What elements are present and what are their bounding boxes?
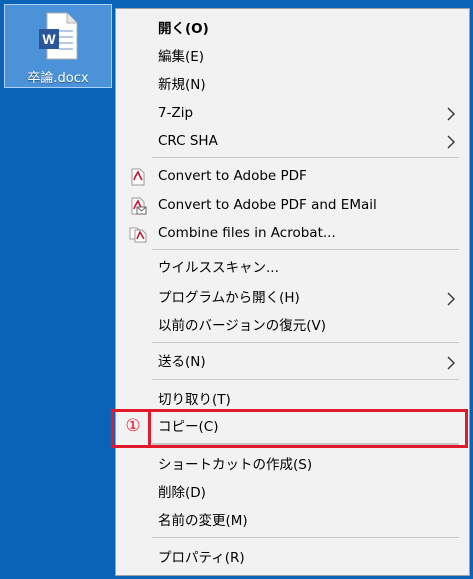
menu-item-label: 開く(O) xyxy=(158,21,209,37)
menu-item-properties[interactable]: プロパティ(R) xyxy=(116,544,469,572)
menu-item-restore-versions[interactable]: 以前のバージョンの復元(V) xyxy=(116,312,469,340)
menu-separator xyxy=(152,157,459,158)
menu-separator xyxy=(152,444,459,445)
menu-item-label: ウイルススキャン... xyxy=(158,260,279,276)
menu-item-open-with[interactable]: プログラムから開く(H) xyxy=(116,284,469,312)
menu-item-new[interactable]: 新規(N) xyxy=(116,71,469,99)
menu-separator xyxy=(152,537,459,538)
menu-item-convert-pdf[interactable]: Convert to Adobe PDF xyxy=(116,162,469,190)
menu-item-label: 削除(D) xyxy=(158,485,206,501)
menu-item-label: Combine files in Acrobat... xyxy=(158,225,336,241)
menu-item-label: 切り取り(T) xyxy=(158,392,231,408)
menu-item-label: プログラムから開く(H) xyxy=(158,290,300,306)
menu-item-combine-acrobat[interactable]: Combine files in Acrobat... xyxy=(116,219,469,247)
menu-item-create-shortcut[interactable]: ショートカットの作成(S) xyxy=(116,451,469,479)
word-document-icon: W xyxy=(39,12,78,60)
menu-item-label: ショートカットの作成(S) xyxy=(158,457,313,473)
menu-item-send-to[interactable]: 送る(N) xyxy=(116,348,469,376)
menu-item-label: 7-Zip xyxy=(158,105,194,121)
menu-separator xyxy=(152,342,459,343)
menu-separator xyxy=(152,249,459,250)
adobe-pdf-icon xyxy=(131,168,145,186)
menu-item-label: Convert to Adobe PDF xyxy=(158,168,307,184)
menu-item-label: 以前のバージョンの復元(V) xyxy=(158,318,326,334)
menu-item-convert-pdf-email[interactable]: Convert to Adobe PDF and EMail xyxy=(116,191,469,219)
menu-item-label: 新規(N) xyxy=(158,77,206,93)
menu-item-rename[interactable]: 名前の変更(M) xyxy=(116,507,469,535)
word-letter: W xyxy=(42,31,56,47)
step-marker: ① xyxy=(125,416,141,436)
adobe-pdf-email-icon xyxy=(131,197,147,215)
menu-separator xyxy=(152,443,459,444)
menu-item-7zip[interactable]: 7-Zip xyxy=(116,99,469,127)
menu-item-label: CRC SHA xyxy=(158,133,218,149)
chevron-right-icon xyxy=(447,107,455,121)
menu-item-label: 送る(N) xyxy=(158,354,206,370)
menu-item-crc-sha[interactable]: CRC SHA xyxy=(116,127,469,155)
chevron-right-icon xyxy=(447,135,455,149)
menu-item-virus-scan[interactable]: ウイルススキャン... xyxy=(116,254,469,282)
menu-item-copy[interactable]: コピー(C) xyxy=(116,413,469,441)
menu-item-label: プロパティ(R) xyxy=(158,550,245,566)
menu-item-edit[interactable]: 編集(E) xyxy=(116,43,469,71)
menu-item-open[interactable]: 開く(O) xyxy=(116,15,469,43)
menu-item-label: コピー(C) xyxy=(158,419,219,435)
menu-item-label: 名前の変更(M) xyxy=(158,513,248,529)
desktop-file-item[interactable]: W 卒論.docx xyxy=(4,4,112,88)
menu-item-label: 編集(E) xyxy=(158,49,205,65)
acrobat-combine-icon xyxy=(129,227,147,243)
chevron-right-icon xyxy=(447,356,455,370)
menu-item-delete[interactable]: 削除(D) xyxy=(116,479,469,507)
menu-item-label: Convert to Adobe PDF and EMail xyxy=(158,197,377,213)
menu-item-cut[interactable]: 切り取り(T) xyxy=(116,386,469,414)
context-menu: 開く(O) 編集(E) 新規(N) 7-Zip CRC SHA Convert to Ad… xyxy=(115,8,470,576)
chevron-right-icon xyxy=(447,292,455,306)
file-name-label: 卒論.docx xyxy=(27,71,89,86)
menu-separator xyxy=(152,379,459,380)
